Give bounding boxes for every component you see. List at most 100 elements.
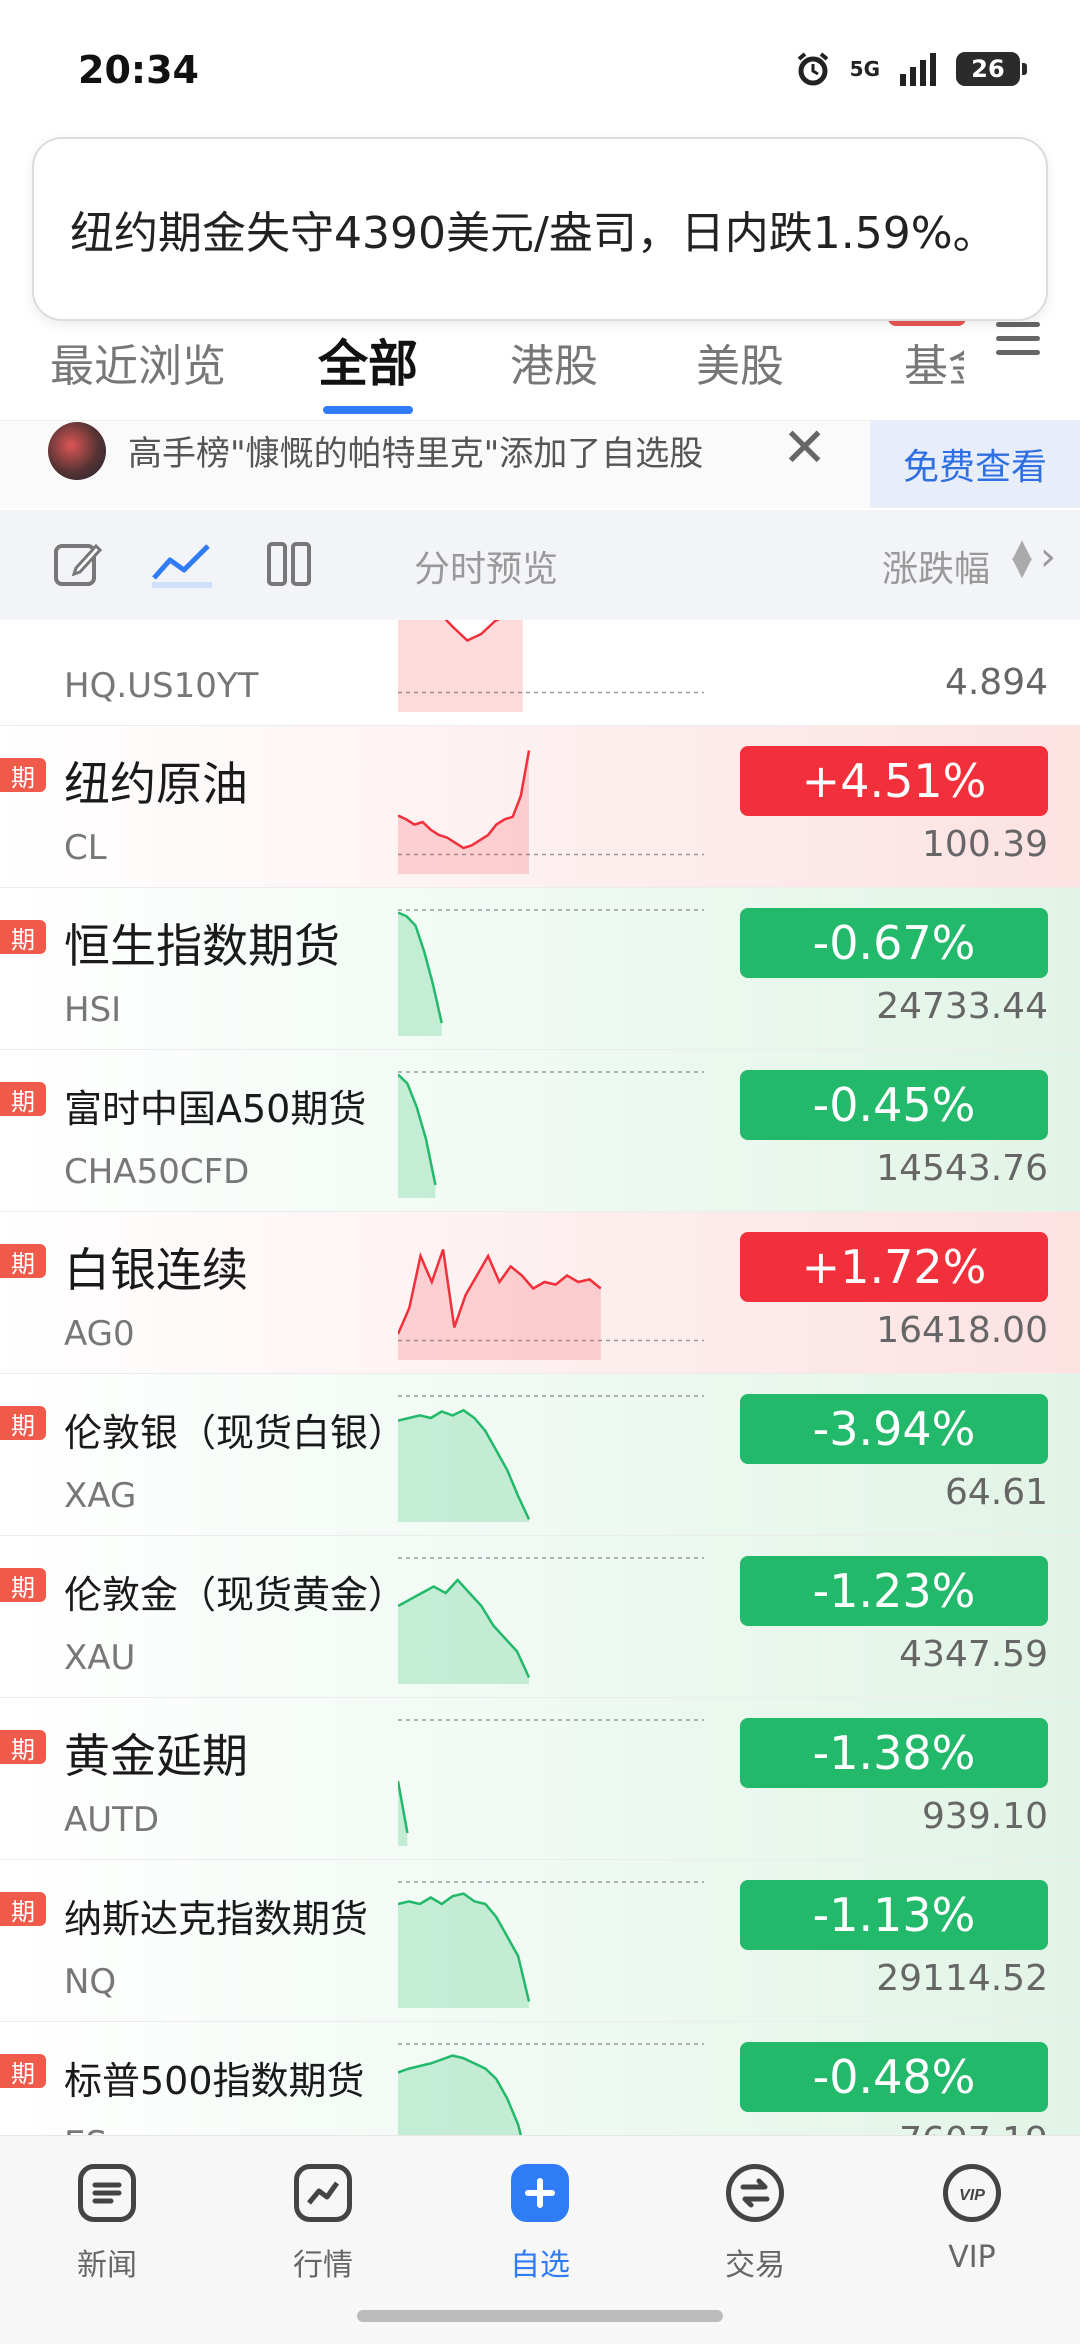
trade-icon [726, 2164, 784, 2222]
nav-news[interactable]: 新闻 [42, 2164, 172, 2284]
instrument-code: CL [64, 828, 107, 868]
table-row[interactable]: 期标普500指数期货 ES -0.48% 7607.19 [0, 2022, 1080, 2135]
sparkline-chart [398, 1071, 704, 1198]
table-row[interactable]: HQ.US10YT 4.894 [0, 620, 1080, 726]
table-row[interactable]: 期黄金延期 AUTD -1.38% 939.10 [0, 1698, 1080, 1860]
sparkline-chart [398, 1881, 704, 2008]
table-row[interactable]: 期恒生指数期货 HSI -0.67% 24733.44 [0, 888, 1080, 1050]
column-view-icon[interactable] [266, 538, 314, 590]
free-view-button[interactable]: 免费查看 [870, 420, 1080, 508]
table-row[interactable]: 期纽约原油 CL +4.51% 100.39 [0, 726, 1080, 888]
instrument-name: 恒生指数期货 [64, 919, 340, 973]
status-bar: 20:34 5G 26 [0, 0, 1080, 140]
instrument-code: HSI [64, 990, 122, 1030]
table-row[interactable]: 期纳斯达克指数期货 NQ -1.13% 29114.52 [0, 1860, 1080, 2022]
change-percent-badge[interactable]: -0.45% [740, 1070, 1048, 1140]
sparkline-area [398, 1893, 529, 2008]
sparkline-area [398, 1249, 601, 1360]
futures-badge: 期 [0, 2054, 46, 2088]
instrument-code: XAG [64, 1476, 137, 1516]
nav-market-label: 行情 [293, 2248, 353, 2283]
sparkline-chart [398, 750, 704, 874]
tab-hk-stocks[interactable]: 港股 [510, 330, 598, 394]
last-price: 24733.44 [876, 986, 1048, 1027]
futures-badge: 期 [0, 1082, 46, 1116]
instrument-name: 纽约原油 [64, 757, 248, 811]
table-row[interactable]: 期白银连续 AG0 +1.72% 16418.00 [0, 1212, 1080, 1374]
change-percent-badge[interactable]: -1.38% [740, 1718, 1048, 1788]
active-tab-indicator [323, 406, 413, 414]
toast-message: 纽约期金失守4390美元/盎司，日内跌1.59%。 [70, 208, 997, 259]
sort-arrows-icon[interactable]: ▲ ▼ [1012, 536, 1032, 580]
table-row[interactable]: 期伦敦银（现货白银） XAG -3.94% 64.61 [0, 1374, 1080, 1536]
trend-chart-icon[interactable] [150, 538, 214, 590]
notice-text: 高手榜"慷慨的帕特里克"添加了自选股 [128, 434, 704, 474]
instrument-name: 伦敦银（现货白银） [64, 1411, 407, 1455]
nav-watchlist[interactable]: 自选 [475, 2164, 605, 2284]
table-row[interactable]: 期富时中国A50期货 CHA50CFD -0.45% 14543.76 [0, 1050, 1080, 1212]
network-label: 5G [849, 57, 880, 81]
instrument-name: 伦敦金（现货黄金） [64, 1573, 407, 1617]
tab-all[interactable]: 全部 [318, 324, 418, 396]
sparkline-chart [398, 1395, 704, 1522]
futures-badge: 期 [0, 1244, 46, 1278]
sort-change-label[interactable]: 涨跌幅 [882, 540, 990, 592]
news-icon [78, 2164, 136, 2222]
futures-badge: 期 [0, 1892, 46, 1926]
last-price: 14543.76 [876, 1148, 1048, 1189]
instrument-code: AG0 [64, 1314, 135, 1354]
sparkline-chart [398, 2043, 704, 2135]
instrument-name: 标普500指数期货 [64, 2059, 365, 2103]
nav-news-label: 新闻 [77, 2248, 137, 2283]
last-price: 7607.19 [899, 2120, 1048, 2135]
tab-funds[interactable]: 基金 [904, 330, 964, 394]
sparkline-area [398, 1410, 529, 1522]
nav-trade-label: 交易 [725, 2248, 785, 2283]
plus-icon [511, 2164, 569, 2222]
last-price: 64.61 [944, 1472, 1048, 1513]
nav-vip-label: VIP [948, 2240, 996, 2275]
change-percent-badge[interactable]: -1.23% [740, 1556, 1048, 1626]
instrument-code: AUTD [64, 1800, 160, 1840]
category-tabs: 最近浏览 全部 港股 美股 基金 [0, 320, 1080, 420]
sparkline-area [398, 750, 529, 874]
futures-badge: 期 [0, 920, 46, 954]
instrument-name: 纳斯达克指数期货 [64, 1897, 369, 1941]
nav-market[interactable]: 行情 [258, 2164, 388, 2284]
news-toast[interactable]: 纽约期金失守4390美元/盎司，日内跌1.59%。 [32, 137, 1048, 321]
edit-icon[interactable] [52, 538, 104, 590]
sparkline-chart [398, 1557, 704, 1684]
futures-badge: 期 [0, 1568, 46, 1602]
vip-icon: VIP [943, 2164, 1001, 2222]
avatar [48, 422, 106, 480]
svg-text:VIP: VIP [959, 2187, 985, 2204]
sparkline-chart [398, 620, 704, 712]
tab-recent[interactable]: 最近浏览 [50, 330, 226, 394]
nav-vip[interactable]: VIP VIP [907, 2164, 1037, 2275]
futures-badge: 期 [0, 758, 46, 792]
last-price: 939.10 [922, 1796, 1048, 1837]
instrument-code: XAU [64, 1638, 136, 1678]
close-icon[interactable]: ✕ [782, 416, 827, 479]
timeshare-preview-label: 分时预览 [414, 549, 559, 590]
last-price: 4347.59 [899, 1634, 1048, 1675]
table-row[interactable]: 期伦敦金（现货黄金） XAU -1.23% 4347.59 [0, 1536, 1080, 1698]
market-icon [294, 2164, 352, 2222]
tab-us-stocks[interactable]: 美股 [696, 330, 784, 394]
chevron-right-icon[interactable]: › [1040, 534, 1056, 580]
change-percent-badge[interactable]: -0.67% [740, 908, 1048, 978]
instrument-name: 黄金延期 [64, 1729, 248, 1783]
battery-icon: 26 [956, 52, 1027, 86]
last-price: 100.39 [922, 824, 1048, 865]
home-indicator [357, 2310, 723, 2322]
nav-trade[interactable]: 交易 [690, 2164, 820, 2284]
change-percent-badge[interactable]: -1.13% [740, 1880, 1048, 1950]
instrument-code: NQ [64, 1962, 117, 2002]
sparkline-chart [398, 909, 704, 1036]
change-percent-badge[interactable]: -3.94% [740, 1394, 1048, 1464]
change-percent-badge[interactable]: -0.48% [740, 2042, 1048, 2112]
menu-icon[interactable] [996, 322, 1040, 356]
nav-watchlist-label: 自选 [510, 2248, 570, 2283]
change-percent-badge[interactable]: +1.72% [740, 1232, 1048, 1302]
change-percent-badge[interactable]: +4.51% [740, 746, 1048, 816]
